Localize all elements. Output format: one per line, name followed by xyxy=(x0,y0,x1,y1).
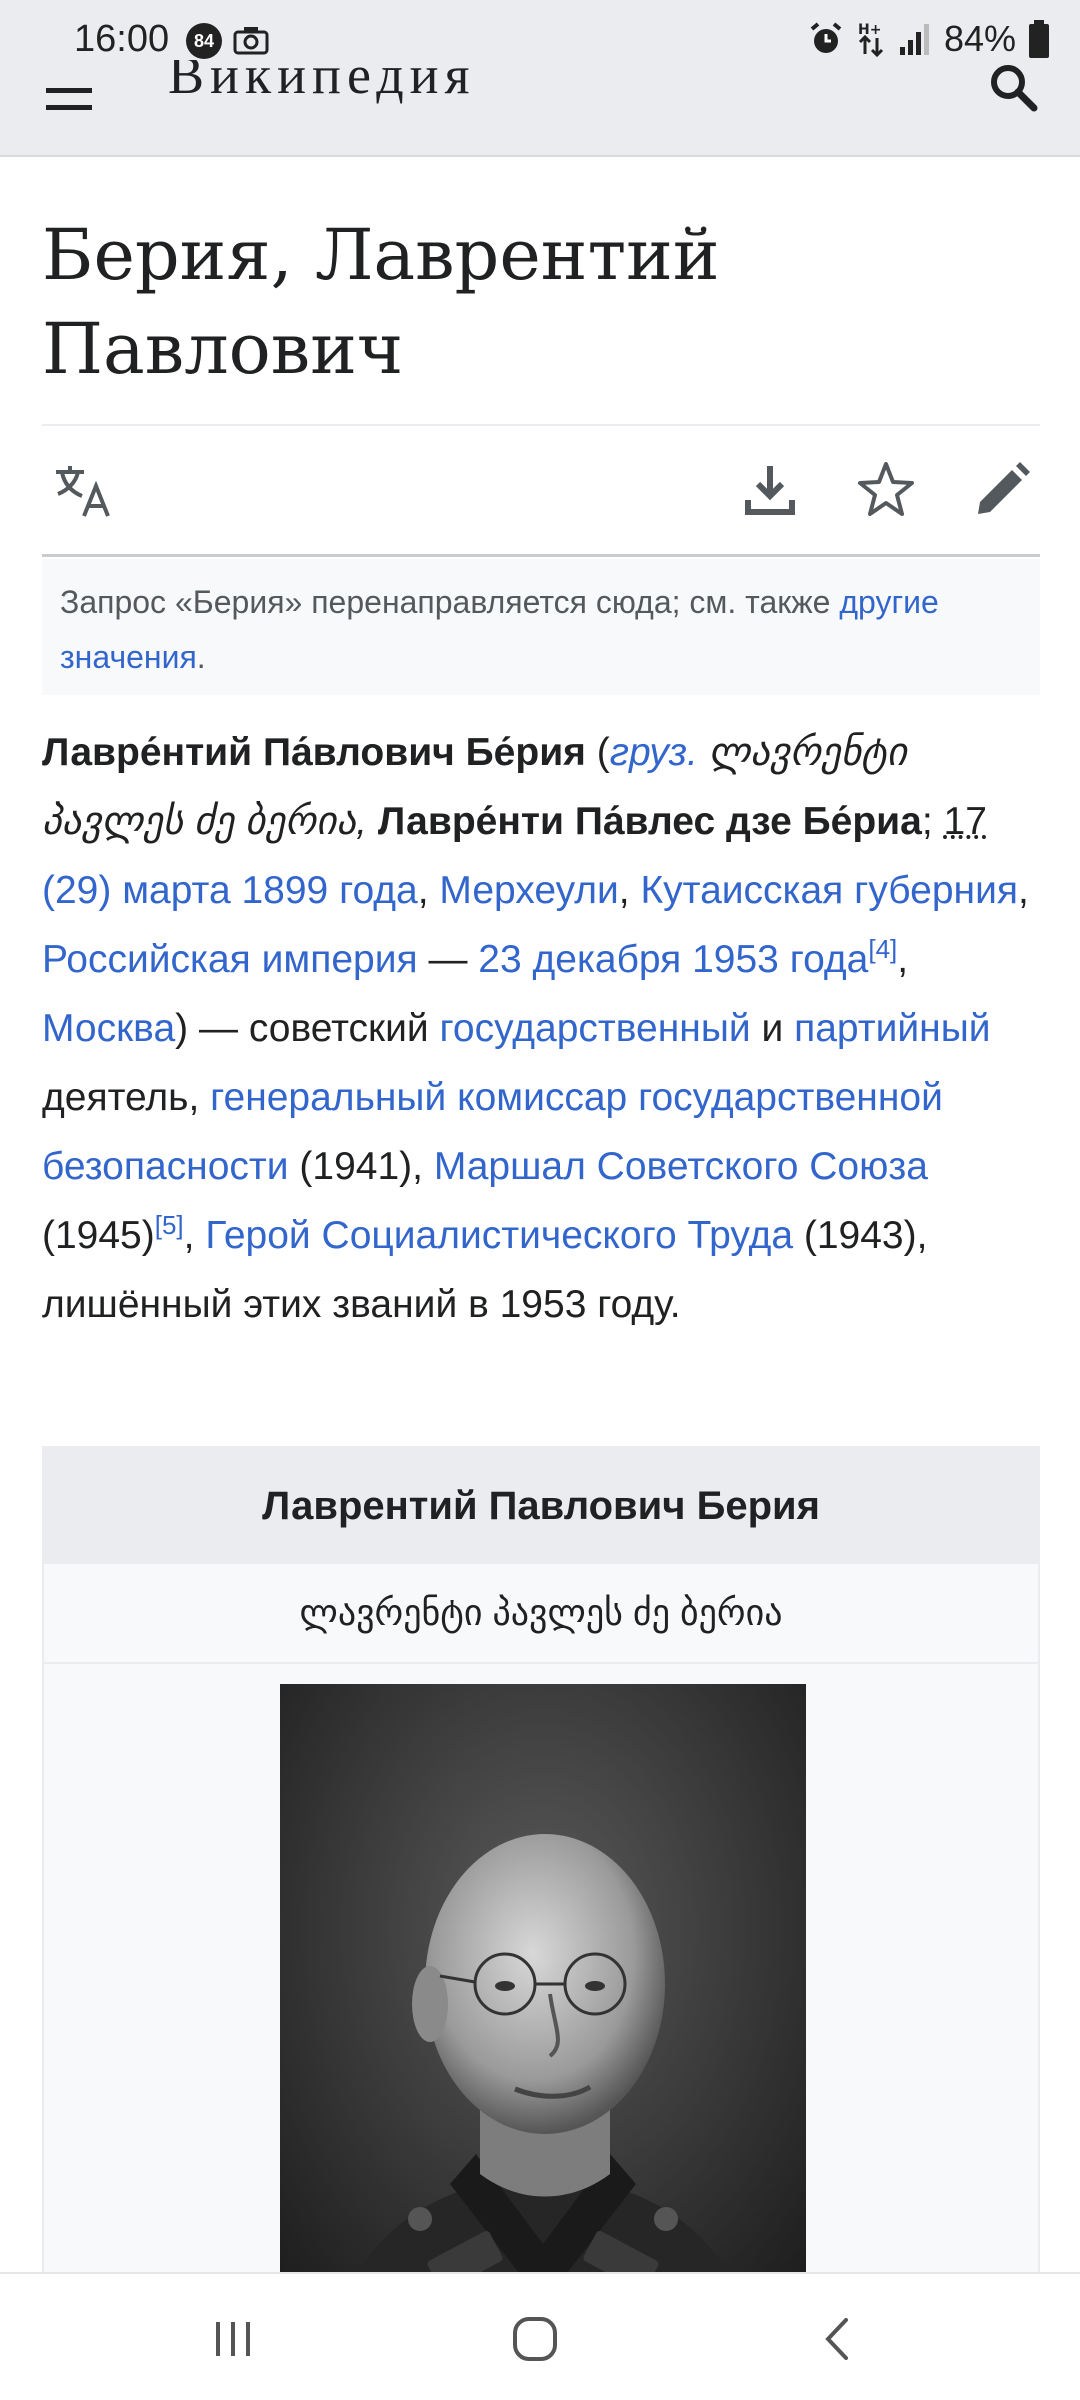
data-transfer-icon: H+ xyxy=(858,22,883,58)
notification-badge: 84 xyxy=(186,23,222,59)
star-icon[interactable] xyxy=(854,458,918,522)
death-place-link[interactable]: Москва xyxy=(42,1007,175,1050)
text-fragment: ; xyxy=(921,800,944,843)
old-style-day: 17 xyxy=(943,800,987,843)
status-time: 16:00 xyxy=(74,18,170,60)
alarm-icon xyxy=(810,22,842,53)
subject-name: Лавре́нтий Па́влович Бе́рия xyxy=(42,731,586,774)
page-title: Берия, Лаврентий Павлович xyxy=(42,214,720,390)
lang-label: груз. xyxy=(609,731,698,774)
text-fragment: , xyxy=(1018,869,1029,912)
text-fragment: ) — советский xyxy=(175,1007,440,1050)
infobox-title: Лаврентий Павлович Берия xyxy=(44,1448,1038,1564)
infobox-georgian-name: ლავრენტი პავლეს ძე ბერია xyxy=(44,1564,1038,1664)
text-fragment: (1941), xyxy=(288,1145,434,1188)
download-icon[interactable] xyxy=(738,458,802,522)
state-link[interactable]: государственный xyxy=(440,1007,751,1050)
camera-icon xyxy=(233,27,269,55)
text-fragment: , xyxy=(183,1214,206,1257)
home-icon[interactable] xyxy=(500,2304,570,2374)
title-divider xyxy=(42,424,1040,426)
lang-georgian-link[interactable]: груз. xyxy=(610,731,698,774)
birthplace-link[interactable]: Мерхеули xyxy=(439,869,618,912)
translate-icon[interactable] xyxy=(50,458,114,522)
recent-apps-icon[interactable] xyxy=(198,2304,268,2374)
text-fragment: , xyxy=(897,938,909,981)
status-right: H+ 84% xyxy=(808,18,1050,60)
system-nav-bar xyxy=(0,2272,1080,2400)
reference-4[interactable]: [4] xyxy=(868,934,897,964)
hatnote-end: . xyxy=(196,639,206,675)
reference-5[interactable]: [5] xyxy=(155,1210,184,1240)
search-icon[interactable] xyxy=(984,62,1044,122)
hatnote: Запрос «Берия» перенаправляется сюда; см… xyxy=(42,559,1040,695)
empire-link[interactable]: Российская империя xyxy=(42,938,418,981)
battery-percent: 84% xyxy=(943,18,1016,59)
birth-date-link[interactable]: (29) марта 1899 года xyxy=(42,869,418,912)
svg-text:H+: H+ xyxy=(858,22,881,38)
marshal-link[interactable]: Маршал Советского Союза xyxy=(434,1145,928,1188)
alt-name: Лавре́нти Па́влес дзе Бе́риа xyxy=(367,800,922,843)
wikipedia-logo[interactable]: Википедия xyxy=(168,60,475,106)
text-fragment: деятель, xyxy=(42,1076,211,1119)
pencil-icon[interactable] xyxy=(970,458,1034,522)
hamburger-icon[interactable] xyxy=(42,78,96,138)
text-fragment: ( xyxy=(585,731,610,774)
back-icon[interactable] xyxy=(804,2304,874,2374)
text-fragment: — xyxy=(417,938,479,981)
death-date-link[interactable]: 23 декабря 1953 года xyxy=(478,938,868,981)
text-fragment: , xyxy=(618,869,641,912)
hatnote-text: Запрос «Берия» перенаправляется сюда; см… xyxy=(60,584,840,620)
governorate-link[interactable]: Кутаисская губерния xyxy=(640,869,1018,912)
infobox: Лаврентий Павлович Берия ლავრენტი პავლეს… xyxy=(42,1446,1040,2386)
party-link[interactable]: партийный xyxy=(794,1007,990,1050)
actions-divider xyxy=(42,554,1040,557)
battery-icon xyxy=(1029,20,1049,58)
hero-link[interactable]: Герой Социалистического Труда xyxy=(205,1214,793,1257)
text-fragment: и xyxy=(750,1007,795,1050)
lead-paragraph: Лавре́нтий Па́влович Бе́рия (груз. ლავრე… xyxy=(42,718,1042,1339)
text-fragment: (1945) xyxy=(42,1214,155,1257)
top-bar: 16:00 84 H+ 84% Википедия xyxy=(0,0,1080,157)
signal-icon xyxy=(899,24,929,55)
text-fragment: , xyxy=(417,869,440,912)
app-header: Википедия xyxy=(0,60,1080,155)
page-actions xyxy=(42,428,1040,556)
